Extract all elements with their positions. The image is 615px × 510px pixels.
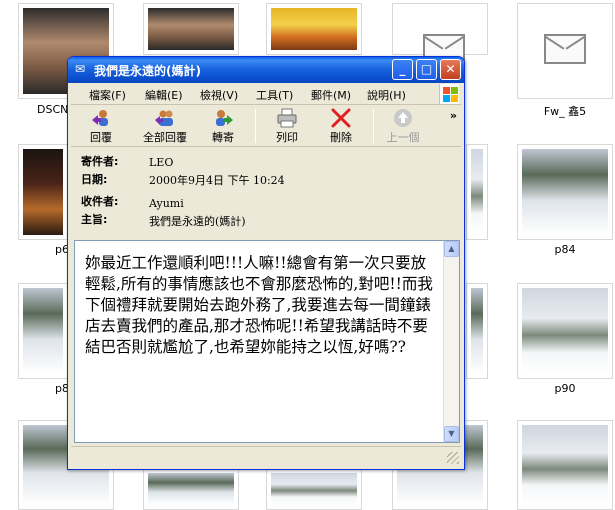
message-body: 妳最近工作還順利吧!!!人嘛!!總會有第一次只要放輕鬆,所有的事情應該也不會那麼… bbox=[85, 254, 433, 356]
printer-icon bbox=[276, 108, 298, 128]
print-label: 列印 bbox=[276, 131, 298, 144]
from-label: 寄件者: bbox=[81, 155, 119, 168]
toolbar-overflow-icon[interactable]: » bbox=[450, 109, 457, 122]
window-title: 我們是永遠的(媽計) bbox=[94, 64, 201, 78]
delete-icon bbox=[330, 108, 352, 128]
reply-all-icon bbox=[154, 108, 176, 128]
thumbnail-right-mid-2[interactable] bbox=[466, 283, 488, 379]
thumbnail-label-p90: p90 bbox=[554, 382, 576, 395]
reply-icon bbox=[90, 108, 112, 128]
forward-button[interactable]: 轉寄 bbox=[201, 107, 245, 145]
toolbar-separator bbox=[373, 109, 374, 143]
envelope-icon bbox=[544, 34, 586, 64]
thumbnail-image bbox=[148, 8, 234, 50]
thumbnail-image bbox=[522, 149, 608, 235]
close-button[interactable]: ✕ bbox=[440, 59, 461, 80]
message-window: ✉ 我們是永遠的(媽計) _ □ ✕ 檔案(F) 編輯(E) 檢視(V) 工具(… bbox=[67, 56, 465, 470]
message-header: 寄件者: LEO 日期: 2000年9月4日 下午 10:24 收件者: Ayu… bbox=[71, 149, 461, 237]
reply-all-label: 全部回覆 bbox=[143, 131, 187, 144]
thumbnail-bottom-2[interactable] bbox=[143, 468, 239, 510]
thumbnail-mail-1[interactable] bbox=[392, 3, 488, 64]
to-label: 收件者: bbox=[81, 195, 119, 208]
delete-label: 刪除 bbox=[330, 131, 352, 144]
subject-label: 主旨: bbox=[81, 213, 108, 226]
thumbnail-bottom-5[interactable] bbox=[517, 420, 613, 510]
menu-help[interactable]: 說明(H) bbox=[367, 87, 406, 103]
thumbnail-p8[interactable] bbox=[18, 283, 68, 379]
thumbnail-image bbox=[148, 473, 234, 505]
thumbnail-right-mid[interactable] bbox=[466, 144, 488, 240]
minimize-button[interactable]: _ bbox=[392, 59, 413, 80]
previous-label: 上一個 bbox=[386, 131, 420, 144]
delete-button[interactable]: 刪除 bbox=[319, 107, 363, 145]
thumbnail-poster[interactable] bbox=[266, 3, 362, 55]
reply-button[interactable]: 回覆 bbox=[79, 107, 123, 145]
title-bar[interactable]: ✉ 我們是永遠的(媽計) _ □ ✕ bbox=[68, 57, 464, 83]
thumbnail-people-2[interactable] bbox=[143, 3, 239, 55]
thumbnail-bottom-3[interactable] bbox=[266, 468, 362, 510]
subject-value: 我們是永遠的(媽計) bbox=[149, 215, 246, 228]
thumbnail-p6[interactable] bbox=[18, 144, 68, 240]
thumbnail-p84[interactable] bbox=[517, 144, 613, 240]
scroll-down-icon[interactable]: ▼ bbox=[444, 426, 459, 442]
to-value: Ayumi bbox=[149, 197, 184, 210]
forward-icon bbox=[212, 108, 234, 128]
scroll-up-icon[interactable]: ▲ bbox=[444, 241, 459, 257]
date-label: 日期: bbox=[81, 173, 108, 186]
forward-label: 轉寄 bbox=[212, 131, 234, 144]
from-value: LEO bbox=[149, 156, 174, 169]
menu-message[interactable]: 郵件(M) bbox=[311, 87, 351, 103]
thumbnail-label-p84: p84 bbox=[554, 243, 576, 256]
thumbnail-image bbox=[23, 288, 63, 374]
menu-tools[interactable]: 工具(T) bbox=[256, 87, 293, 103]
thumbnail-label-dscn: DSCN bbox=[37, 103, 69, 116]
thumbnail-image bbox=[522, 288, 608, 374]
up-arrow-icon bbox=[392, 108, 414, 128]
thumbnail-image bbox=[471, 149, 483, 235]
menu-edit[interactable]: 編輯(E) bbox=[145, 87, 183, 103]
thumbnail-fw-mail[interactable] bbox=[517, 3, 613, 99]
menu-view[interactable]: 檢視(V) bbox=[200, 87, 238, 103]
thumbnail-label-fw: Fw_ 鑫5 bbox=[543, 105, 587, 118]
thumbnail-p90[interactable] bbox=[517, 283, 613, 379]
thumbnail-image bbox=[271, 8, 357, 50]
menu-bar: 檔案(F) 編輯(E) 檢視(V) 工具(T) 郵件(M) 說明(H) bbox=[71, 83, 461, 105]
thumbnail-image bbox=[522, 425, 608, 505]
reply-label: 回覆 bbox=[90, 131, 112, 144]
windows-logo-icon bbox=[439, 84, 459, 104]
status-bar bbox=[71, 446, 461, 466]
thumbnail-image bbox=[23, 149, 63, 235]
menu-file[interactable]: 檔案(F) bbox=[89, 87, 126, 103]
reply-all-button[interactable]: 全部回覆 bbox=[137, 107, 193, 145]
maximize-button[interactable]: □ bbox=[416, 59, 437, 80]
previous-button[interactable]: 上一個 bbox=[381, 107, 425, 145]
message-body-pane[interactable]: 妳最近工作還順利吧!!!人嘛!!總會有第一次只要放輕鬆,所有的事情應該也不會那麼… bbox=[74, 240, 460, 443]
date-value: 2000年9月4日 下午 10:24 bbox=[149, 174, 285, 187]
resize-grip-icon[interactable] bbox=[447, 452, 459, 464]
vertical-scrollbar[interactable]: ▲ ▼ bbox=[443, 241, 459, 442]
toolbar: 回覆 全部回覆 轉寄 列印 刪除 上一個 » bbox=[71, 105, 461, 147]
thumbnail-image bbox=[471, 288, 483, 374]
envelope-icon: ✉ bbox=[75, 62, 86, 76]
thumbnail-image bbox=[271, 473, 357, 505]
toolbar-separator bbox=[255, 109, 256, 143]
print-button[interactable]: 列印 bbox=[265, 107, 309, 145]
